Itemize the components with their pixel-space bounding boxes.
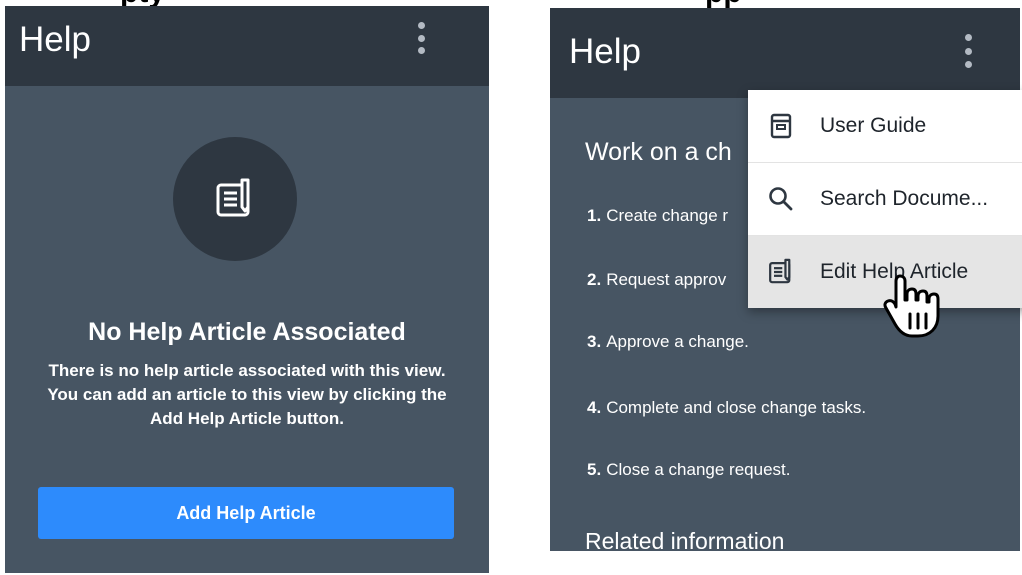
menu-item-label: Search Docume... — [820, 187, 989, 210]
add-help-article-button[interactable]: Add Help Article — [38, 487, 454, 539]
empty-state-description: There is no help article associated with… — [47, 361, 447, 428]
list-item: 5. Close a change request. — [587, 460, 790, 480]
caption-right: pp — [705, 0, 742, 8]
step-number: 5. — [587, 460, 602, 479]
help-title: Help — [19, 20, 91, 59]
edit-article-icon — [768, 258, 794, 286]
menu-item-user-guide[interactable]: User Guide — [748, 90, 1022, 163]
help-panel-empty: Help No Help Article Associated There is… — [5, 6, 489, 573]
empty-state-title: No Help Article Associated — [88, 318, 406, 346]
step-number: 4. — [587, 398, 602, 417]
step-number: 1. — [587, 206, 602, 225]
help-title: Help — [569, 32, 641, 71]
menu-item-label: User Guide — [820, 114, 927, 137]
more-options-icon[interactable] — [416, 22, 426, 54]
book-icon — [768, 112, 794, 140]
list-item: 3. Approve a change. — [587, 332, 749, 352]
article-icon-circle — [173, 137, 297, 261]
related-information-heading: Related information — [585, 528, 785, 551]
list-item: 1. Create change r — [587, 206, 728, 226]
search-icon — [768, 185, 794, 213]
step-number: 2. — [587, 270, 602, 289]
step-text: Complete and close change tasks. — [606, 398, 867, 417]
help-header: Help — [550, 8, 1020, 98]
step-text: Approve a change. — [606, 332, 749, 351]
hand-pointer-cursor-icon — [883, 274, 940, 338]
help-header: Help — [5, 6, 489, 86]
menu-item-search-documentation[interactable]: Search Docume... — [748, 163, 1022, 236]
list-item: 4. Complete and close change tasks. — [587, 398, 866, 418]
more-options-icon[interactable] — [963, 34, 973, 68]
article-heading: Work on a ch — [585, 138, 732, 166]
step-text: Close a change request. — [606, 460, 791, 479]
step-text: Request approv — [606, 270, 727, 289]
step-number: 3. — [587, 332, 602, 351]
article-icon — [216, 178, 250, 217]
step-text: Create change r — [606, 206, 729, 225]
list-item: 2. Request approv — [587, 270, 726, 290]
